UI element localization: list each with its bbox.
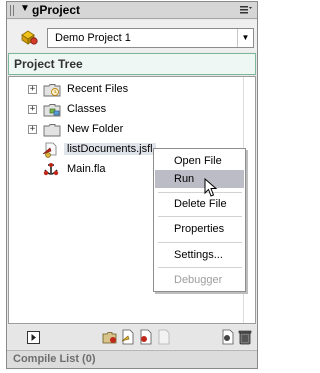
- panel-titlebar[interactable]: ▼ gProject: [7, 2, 257, 19]
- jsfl-file-icon: [42, 142, 57, 158]
- tree-item-label: listDocuments.jsfl: [64, 143, 156, 155]
- tree-item-recent-files[interactable]: + Recent Files: [9, 80, 243, 100]
- menu-divider: [158, 242, 242, 243]
- menu-divider: [158, 267, 242, 268]
- menu-divider: [158, 192, 242, 193]
- project-selector-row: Demo Project 1 ▼: [7, 20, 257, 52]
- tree-item-label: Recent Files: [67, 83, 129, 95]
- classes-folder-icon: [43, 104, 61, 117]
- trash-icon[interactable]: [237, 329, 253, 345]
- recent-folder-icon: [43, 84, 61, 97]
- expand-icon[interactable]: +: [28, 105, 37, 114]
- add-class-icon[interactable]: [138, 329, 154, 345]
- mouse-cursor-icon: [204, 178, 218, 197]
- panel-toolbar: [8, 325, 256, 349]
- menu-item-run[interactable]: Run: [155, 170, 244, 188]
- chevron-down-icon[interactable]: ▼: [237, 29, 253, 47]
- expand-icon[interactable]: +: [28, 125, 37, 134]
- menu-item-debugger: Debugger: [174, 274, 223, 286]
- project-dropdown-value: Demo Project 1: [55, 32, 131, 44]
- play-icon[interactable]: [27, 331, 40, 344]
- tree-item-label: Classes: [67, 103, 107, 115]
- folder-icon: [43, 124, 61, 137]
- panel-title: gProject: [32, 3, 81, 17]
- project-icon: [21, 30, 38, 45]
- drag-grip-icon[interactable]: [10, 5, 16, 16]
- project-tree-title: Project Tree: [14, 57, 83, 71]
- menu-item-settings[interactable]: Settings...: [155, 246, 244, 264]
- tree-item-classes[interactable]: + Classes: [9, 100, 243, 120]
- add-file-icon[interactable]: [120, 329, 136, 345]
- tree-item-label: New Folder: [67, 123, 124, 135]
- tree-item-new-folder[interactable]: + New Folder: [9, 120, 243, 140]
- compile-icon[interactable]: [220, 329, 236, 345]
- menu-divider: [158, 216, 242, 217]
- compile-list-bar[interactable]: Compile List (0): [7, 350, 257, 368]
- file-disabled-icon: [158, 329, 170, 345]
- add-folder-icon[interactable]: [102, 329, 118, 345]
- project-dropdown[interactable]: Demo Project 1 ▼: [47, 28, 254, 48]
- expand-icon[interactable]: +: [28, 85, 37, 94]
- fla-file-icon: [43, 163, 59, 176]
- tree-item-label: Main.fla: [67, 163, 106, 175]
- compile-list-label: Compile List (0): [13, 353, 96, 365]
- panel-menu-icon[interactable]: [239, 4, 253, 16]
- menu-item-open-file[interactable]: Open File: [155, 152, 244, 170]
- menu-item-delete-file[interactable]: Delete File: [155, 195, 244, 213]
- project-tree-header: Project Tree: [8, 53, 256, 75]
- collapse-arrow-icon[interactable]: ▼: [20, 3, 30, 14]
- context-menu: Open File Run Delete File Properties Set…: [153, 148, 246, 292]
- menu-item-properties[interactable]: Properties: [155, 220, 244, 238]
